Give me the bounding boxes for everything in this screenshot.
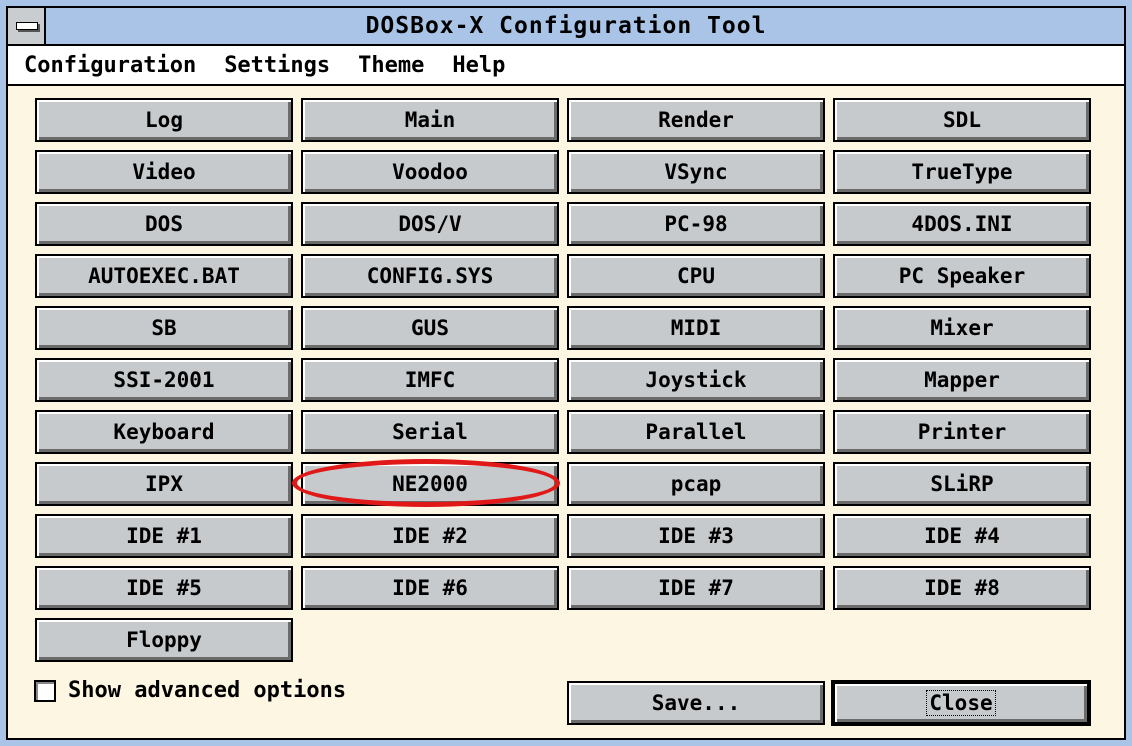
section-button-voodoo[interactable]: Voodoo bbox=[301, 150, 559, 194]
section-button-keyboard[interactable]: Keyboard bbox=[35, 410, 293, 454]
section-button-dos-v[interactable]: DOS/V bbox=[301, 202, 559, 246]
section-button-label: Render bbox=[658, 108, 734, 132]
section-button-parallel[interactable]: Parallel bbox=[567, 410, 825, 454]
section-button-label: Keyboard bbox=[113, 420, 215, 444]
section-button-log[interactable]: Log bbox=[35, 98, 293, 142]
section-button-label: VSync bbox=[664, 160, 728, 184]
section-button-gus[interactable]: GUS bbox=[301, 306, 559, 350]
section-button-label: Main bbox=[404, 108, 456, 132]
section-button-label: Joystick bbox=[645, 368, 747, 392]
section-button-ide-1[interactable]: IDE #1 bbox=[35, 514, 293, 558]
section-button-4dos-ini[interactable]: 4DOS.INI bbox=[833, 202, 1091, 246]
section-button-label: Mapper bbox=[924, 368, 1000, 392]
section-button-imfc[interactable]: IMFC bbox=[301, 358, 559, 402]
section-button-config-sys[interactable]: CONFIG.SYS bbox=[301, 254, 559, 298]
section-button-ipx[interactable]: IPX bbox=[35, 462, 293, 506]
section-button-label: MIDI bbox=[670, 316, 722, 340]
section-button-label: SB bbox=[151, 316, 177, 340]
window-title: DOSBox-X Configuration Tool bbox=[365, 13, 767, 39]
section-button-label: Video bbox=[132, 160, 196, 184]
section-button-label: TrueType bbox=[911, 160, 1013, 184]
section-button-slirp[interactable]: SLiRP bbox=[833, 462, 1091, 506]
section-button-mixer[interactable]: Mixer bbox=[833, 306, 1091, 350]
section-button-ne2000[interactable]: NE2000 bbox=[301, 462, 559, 506]
close-button[interactable]: Close bbox=[832, 681, 1090, 725]
section-button-ide-5[interactable]: IDE #5 bbox=[35, 566, 293, 610]
section-button-label: SDL bbox=[943, 108, 981, 132]
section-button-joystick[interactable]: Joystick bbox=[567, 358, 825, 402]
section-button-label: Mixer bbox=[930, 316, 994, 340]
system-menu-icon[interactable] bbox=[8, 8, 46, 44]
section-button-label: IDE #1 bbox=[126, 524, 202, 548]
section-button-vsync[interactable]: VSync bbox=[567, 150, 825, 194]
section-button-label: SLiRP bbox=[930, 472, 994, 496]
section-button-label: IDE #8 bbox=[924, 576, 1000, 600]
section-button-label: Voodoo bbox=[392, 160, 468, 184]
section-button-label: Log bbox=[145, 108, 183, 132]
section-button-label: NE2000 bbox=[392, 472, 468, 496]
section-button-label: DOS bbox=[145, 212, 183, 236]
section-button-label: GUS bbox=[411, 316, 449, 340]
menu-help[interactable]: Help bbox=[438, 53, 519, 78]
section-button-ide-6[interactable]: IDE #6 bbox=[301, 566, 559, 610]
section-button-dos[interactable]: DOS bbox=[35, 202, 293, 246]
section-button-label: Parallel bbox=[645, 420, 747, 444]
section-button-label: IDE #2 bbox=[392, 524, 468, 548]
section-button-label: IPX bbox=[145, 472, 183, 496]
section-button-label: PC-98 bbox=[664, 212, 728, 236]
section-button-label: SSI-2001 bbox=[113, 368, 215, 392]
section-button-pcap[interactable]: pcap bbox=[567, 462, 825, 506]
section-button-truetype[interactable]: TrueType bbox=[833, 150, 1091, 194]
show-advanced-checkbox[interactable] bbox=[34, 680, 56, 702]
section-button-ide-8[interactable]: IDE #8 bbox=[833, 566, 1091, 610]
save-button[interactable]: Save... bbox=[567, 681, 825, 725]
section-button-main[interactable]: Main bbox=[301, 98, 559, 142]
section-button-label: 4DOS.INI bbox=[911, 212, 1013, 236]
section-button-label: IDE #6 bbox=[392, 576, 468, 600]
section-button-ide-7[interactable]: IDE #7 bbox=[567, 566, 825, 610]
menu-configuration[interactable]: Configuration bbox=[8, 53, 210, 78]
section-button-sdl[interactable]: SDL bbox=[833, 98, 1091, 142]
section-button-mapper[interactable]: Mapper bbox=[833, 358, 1091, 402]
menu-theme[interactable]: Theme bbox=[344, 53, 438, 78]
save-button-label: Save... bbox=[651, 691, 741, 715]
section-button-label: IDE #5 bbox=[126, 576, 202, 600]
title-bar: DOSBox-X Configuration Tool bbox=[8, 8, 1124, 46]
section-button-label: IDE #4 bbox=[924, 524, 1000, 548]
section-button-label: IDE #3 bbox=[658, 524, 734, 548]
section-button-ide-3[interactable]: IDE #3 bbox=[567, 514, 825, 558]
section-button-render[interactable]: Render bbox=[567, 98, 825, 142]
section-button-label: pcap bbox=[670, 472, 722, 496]
section-button-video[interactable]: Video bbox=[35, 150, 293, 194]
close-button-label: Close bbox=[926, 690, 996, 716]
section-button-ide-2[interactable]: IDE #2 bbox=[301, 514, 559, 558]
section-button-serial[interactable]: Serial bbox=[301, 410, 559, 454]
section-button-label: Printer bbox=[917, 420, 1007, 444]
section-button-label: IMFC bbox=[404, 368, 456, 392]
section-button-ide-4[interactable]: IDE #4 bbox=[833, 514, 1091, 558]
section-button-cpu[interactable]: CPU bbox=[567, 254, 825, 298]
menu-settings[interactable]: Settings bbox=[210, 53, 344, 78]
section-button-pc-98[interactable]: PC-98 bbox=[567, 202, 825, 246]
section-button-sb[interactable]: SB bbox=[35, 306, 293, 350]
section-button-label: IDE #7 bbox=[658, 576, 734, 600]
section-button-label: CONFIG.SYS bbox=[366, 264, 494, 288]
section-button-label: Serial bbox=[392, 420, 468, 444]
section-button-midi[interactable]: MIDI bbox=[567, 306, 825, 350]
section-button-label: DOS/V bbox=[398, 212, 462, 236]
section-button-label: PC Speaker bbox=[898, 264, 1026, 288]
section-button-floppy[interactable]: Floppy bbox=[35, 618, 293, 662]
section-button-label: AUTOEXEC.BAT bbox=[88, 264, 240, 288]
show-advanced-label: Show advanced options bbox=[68, 678, 347, 703]
section-button-ssi-2001[interactable]: SSI-2001 bbox=[35, 358, 293, 402]
section-button-label: CPU bbox=[677, 264, 715, 288]
section-button-pc-speaker[interactable]: PC Speaker bbox=[833, 254, 1091, 298]
section-button-autoexec-bat[interactable]: AUTOEXEC.BAT bbox=[35, 254, 293, 298]
section-button-label: Floppy bbox=[126, 628, 202, 652]
menu-bar: Configuration Settings Theme Help bbox=[8, 46, 1124, 86]
section-button-printer[interactable]: Printer bbox=[833, 410, 1091, 454]
